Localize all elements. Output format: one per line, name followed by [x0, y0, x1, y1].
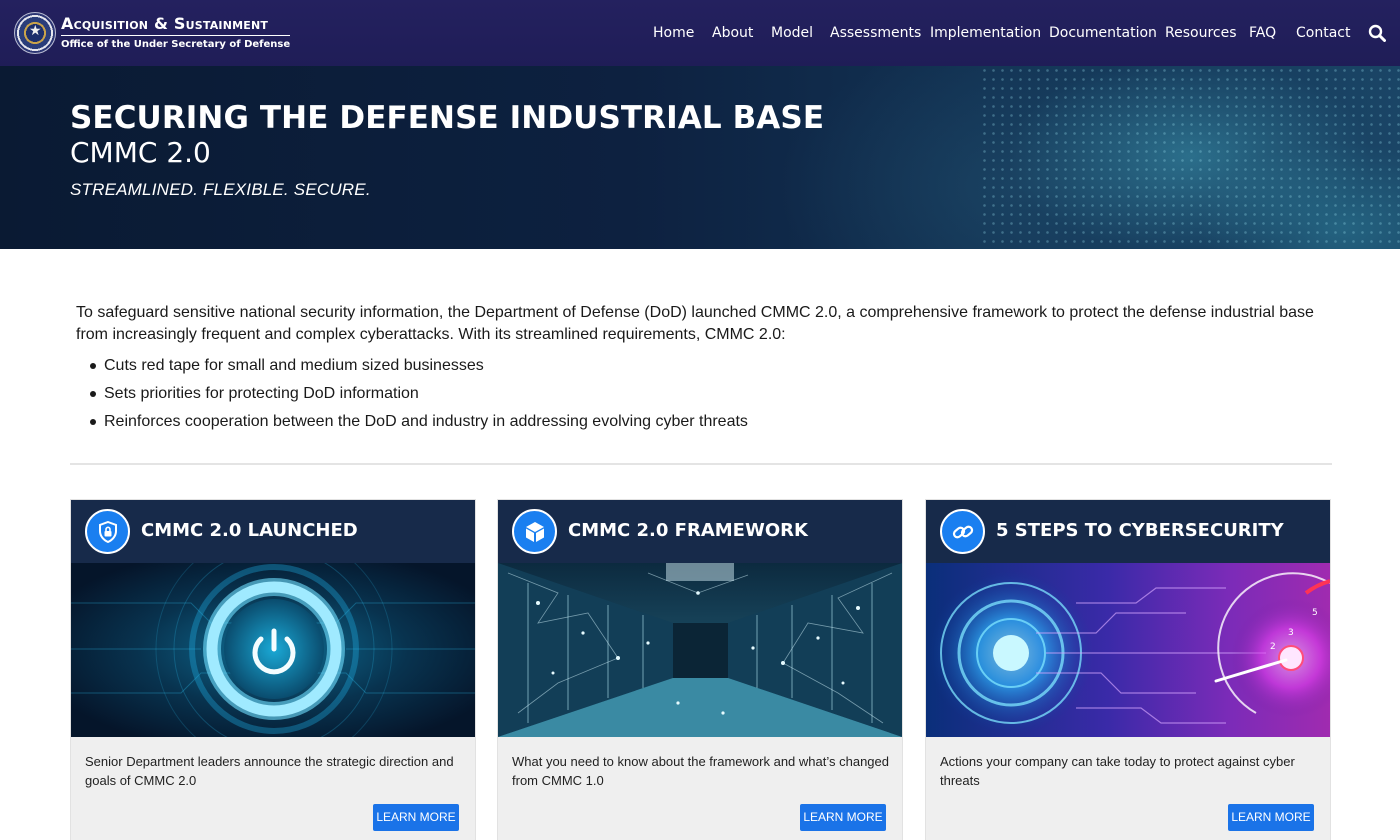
hero-background-pattern	[980, 66, 1400, 249]
brand-title[interactable]: Acquisition & Sustainment	[61, 14, 291, 36]
brand-subtitle[interactable]: Office of the Under Secretary of Defense	[61, 38, 290, 51]
list-item: Sets priorities for protecting DoD infor…	[86, 380, 1286, 408]
intro-paragraph: To safeguard sensitive national security…	[76, 304, 1314, 343]
power-button-image[interactable]	[71, 563, 475, 737]
site-brand[interactable]: Acquisition & Sustainment Office of the …	[61, 14, 291, 51]
nav-item-implementation[interactable]: Implementation	[930, 22, 1041, 44]
cube-icon	[512, 509, 557, 554]
card-header: CMMC 2.0 LAUNCHED	[71, 500, 475, 563]
card-title[interactable]: CMMC 2.0 LAUNCHED	[141, 519, 358, 543]
bullet-text: Cuts red tape for small and medium sized…	[104, 357, 484, 374]
card-header: CMMC 2.0 FRAMEWORK	[498, 500, 902, 563]
learn-more-button[interactable]: LEARN MORE	[373, 804, 459, 831]
learn-more-button[interactable]: LEARN MORE	[1228, 804, 1314, 831]
learn-more-button[interactable]: LEARN MORE	[800, 804, 886, 831]
card-title[interactable]: 5 STEPS TO CYBERSECURITY	[996, 519, 1284, 543]
search-icon[interactable]	[1368, 24, 1386, 42]
card-cmmc-framework: CMMC 2.0 FRAMEWORK What you need to know…	[497, 499, 903, 840]
hero-title: SECURING THE DEFENSE INDUSTRIAL BASE	[70, 100, 825, 136]
nav-item-documentation[interactable]: Documentation	[1049, 22, 1157, 44]
nav-item-about[interactable]: About	[712, 22, 753, 44]
svg-text:2: 2	[1270, 642, 1276, 652]
bullet-icon	[90, 419, 96, 425]
bullet-text: Sets priorities for protecting DoD infor…	[104, 385, 419, 402]
card-five-steps: 5 STEPS TO CYBERSECURITY 5 3 2 Actions y…	[925, 499, 1331, 840]
hero-tagline: STREAMLINED. FLEXIBLE. SECURE.	[70, 180, 371, 199]
list-item: Reinforces cooperation between the DoD a…	[86, 408, 1286, 436]
card-title[interactable]: CMMC 2.0 FRAMEWORK	[568, 519, 808, 543]
list-item: Cuts red tape for small and medium sized…	[86, 352, 1286, 380]
speedometer-circuit-image[interactable]: 5 3 2	[926, 563, 1330, 737]
card-header: 5 STEPS TO CYBERSECURITY	[926, 500, 1330, 563]
bullet-text: Reinforces cooperation between the DoD a…	[104, 413, 748, 430]
link-icon	[940, 509, 985, 554]
nav-item-faq[interactable]: FAQ	[1249, 22, 1276, 44]
nav-item-assessments[interactable]: Assessments	[830, 22, 921, 44]
hero-subtitle: CMMC 2.0	[70, 136, 211, 169]
nav-item-model[interactable]: Model	[771, 22, 813, 44]
card-description: What you need to know about the framewor…	[512, 754, 889, 788]
nav-item-contact[interactable]: Contact	[1296, 22, 1350, 44]
top-navigation-bar: ★ Acquisition & Sustainment Office of th…	[0, 0, 1400, 66]
shield-lock-icon	[85, 509, 130, 554]
nav-item-home[interactable]: Home	[653, 22, 694, 44]
nav-item-resources[interactable]: Resources	[1165, 22, 1237, 44]
card-description: Actions your company can take today to p…	[940, 754, 1295, 788]
svg-text:5: 5	[1312, 608, 1318, 618]
bullet-icon	[90, 391, 96, 397]
card-cmmc-launched: CMMC 2.0 LAUNCHED Senior Department lead…	[70, 499, 476, 840]
data-center-image[interactable]	[498, 563, 902, 737]
bullet-icon	[90, 363, 96, 369]
section-divider	[70, 463, 1332, 465]
intro-bullet-list: Cuts red tape for small and medium sized…	[86, 352, 1286, 436]
svg-text:3: 3	[1288, 628, 1294, 638]
card-description: Senior Department leaders announce the s…	[85, 754, 454, 788]
dod-seal-icon[interactable]: ★	[14, 12, 56, 54]
